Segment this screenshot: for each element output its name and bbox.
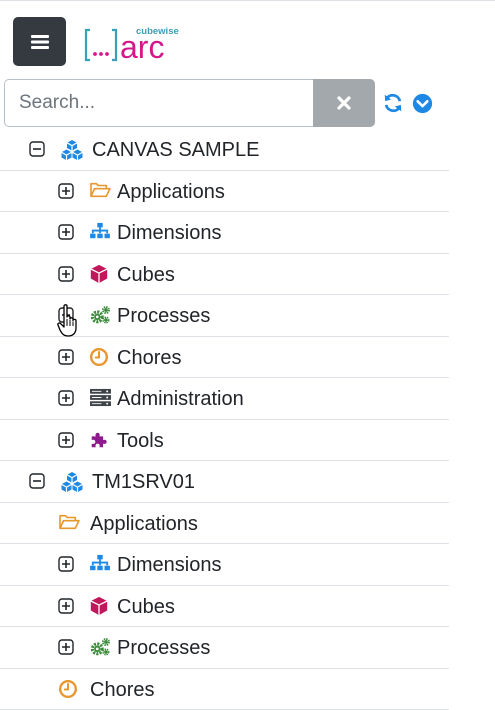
- tree-item-label: CANVAS SAMPLE: [92, 138, 259, 162]
- cogs-icon: [89, 637, 111, 657]
- cube-icon: [89, 596, 111, 616]
- close-icon: [337, 96, 351, 110]
- cubes-icon: [60, 471, 82, 491]
- tree-item-label: TM1SRV01: [92, 470, 195, 494]
- logo-main-text: arc: [120, 29, 164, 65]
- clock-icon: [89, 347, 111, 367]
- cubewise-arc-logo: cubewise arc: [84, 20, 204, 66]
- expand-toggle-icon[interactable]: [58, 598, 74, 614]
- tree-item-processes[interactable]: Processes: [0, 295, 449, 337]
- expand-toggle-icon[interactable]: [58, 639, 74, 655]
- expand-toggle-icon[interactable]: [58, 349, 74, 365]
- tree-item-label: Chores: [90, 678, 154, 702]
- tree-item-chores[interactable]: Chores: [0, 669, 449, 710]
- refresh-icon[interactable]: [382, 92, 404, 114]
- tree-item-label: Chores: [117, 346, 181, 370]
- tree-item-label: Processes: [117, 636, 210, 660]
- tree-item-dimensions[interactable]: Dimensions: [0, 212, 449, 254]
- expand-toggle-icon[interactable]: [58, 432, 74, 448]
- folder-open-icon: [89, 181, 111, 201]
- tree-item-dimensions[interactable]: Dimensions: [0, 544, 449, 586]
- tree-item-label: Tools: [117, 429, 164, 453]
- chevron-circle-down-icon[interactable]: [412, 93, 433, 114]
- expand-toggle-icon[interactable]: [58, 390, 74, 406]
- tree-item-label: Cubes: [117, 263, 175, 287]
- expand-toggle-icon[interactable]: [58, 183, 74, 199]
- tree-item-cubes[interactable]: Cubes: [0, 254, 449, 296]
- collapse-toggle-icon[interactable]: [29, 141, 45, 157]
- server-icon: [89, 388, 111, 408]
- clock-icon: [58, 679, 80, 699]
- sitemap-icon: [89, 554, 111, 574]
- tree-item-label: Administration: [117, 387, 244, 411]
- tree-item-processes[interactable]: Processes: [0, 627, 449, 669]
- tree-item-label: Applications: [90, 512, 198, 536]
- puzzle-icon: [89, 430, 111, 450]
- server-tree: CANVAS SAMPLE Applications Dimensions Cubes…: [0, 129, 449, 710]
- search-input[interactable]: [4, 79, 313, 127]
- tree-item-applications[interactable]: Applications: [0, 503, 449, 545]
- tree-item-tools[interactable]: Tools: [0, 420, 449, 462]
- tree-item-label: Dimensions: [117, 221, 221, 245]
- collapse-toggle-icon[interactable]: [29, 473, 45, 489]
- sitemap-icon: [89, 222, 111, 242]
- tree-item-label: Cubes: [117, 595, 175, 619]
- tree-item-label: Dimensions: [117, 553, 221, 577]
- tree-item-chores[interactable]: Chores: [0, 337, 449, 379]
- expand-toggle-icon[interactable]: [58, 224, 74, 240]
- hamburger-icon: [31, 34, 49, 50]
- top-border: [0, 0, 495, 1]
- expand-toggle-icon[interactable]: [58, 556, 74, 572]
- tree-item-label: Processes: [117, 304, 210, 328]
- tree-item-cubes[interactable]: Cubes: [0, 586, 449, 628]
- tree-item-applications[interactable]: Applications: [0, 171, 449, 213]
- cogs-icon: [89, 305, 111, 325]
- tree-item-label: Applications: [117, 180, 225, 204]
- menu-button[interactable]: [13, 17, 66, 66]
- clear-search-button[interactable]: [313, 79, 375, 127]
- tree-item-canvas-sample[interactable]: CANVAS SAMPLE: [0, 129, 449, 171]
- expand-toggle-icon[interactable]: [58, 307, 74, 323]
- cube-icon: [89, 264, 111, 284]
- expand-toggle-icon[interactable]: [58, 266, 74, 282]
- tree-item-administration[interactable]: Administration: [0, 378, 449, 420]
- cubes-icon: [60, 139, 82, 159]
- folder-open-icon: [58, 513, 80, 533]
- tree-item-tm1srv01[interactable]: TM1SRV01: [0, 461, 449, 503]
